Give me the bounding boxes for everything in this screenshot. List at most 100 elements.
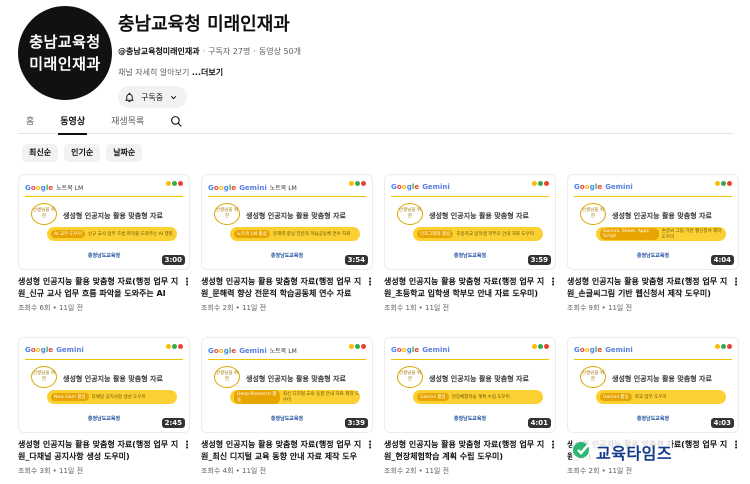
thumb-band-text: 초등학교 입학생 학부모 안내 자료 도우미	[456, 232, 534, 237]
channel-avatar[interactable]: 충남교육청 미래인재과	[18, 6, 112, 100]
video-title[interactable]: 생성형 인공지능 활용 맞춤형 자료(행정 업무 지원_문해력 향상 전문적 학…	[201, 276, 363, 300]
thumb-band-pill: 노트북 LM 활용	[234, 230, 270, 238]
more-options-icon[interactable]: ⋮	[548, 278, 558, 288]
thumb-band: Deep Research 활용 최신 디지털 교육 동향 안내 자료 제작 도…	[230, 390, 360, 404]
thumb-divider	[574, 196, 732, 197]
more-options-icon[interactable]: ⋮	[365, 278, 375, 288]
video-title[interactable]: 생성형 인공지능 활용 맞춤형 자료(행정 업무 지원_초등학교 입학생 학부모…	[384, 276, 546, 300]
dots-icon	[715, 344, 732, 349]
more-link[interactable]: ...더보기	[192, 68, 223, 77]
video-title[interactable]: 생성형 인공지능 활용 맞춤형 자료(행정 업무 지원_손글씨그림 기반 웹신청…	[567, 276, 729, 300]
thumb-title: 생성형 인공지능 활용 맞춤형 자료	[429, 375, 529, 383]
video-meta: 조회수 6회 • 11일 전	[18, 304, 84, 312]
thumb-band: Gemini 활용 현장체험학습 계획 수립 도우미	[413, 390, 543, 404]
video-card[interactable]: Google Gemini 선생님을 위한 생성형 인공지능 활용 맞춤형 자료 …	[567, 174, 741, 313]
thumb-divider	[391, 359, 549, 360]
video-meta: 조회수 3회 • 11일 전	[18, 467, 84, 475]
video-thumbnail[interactable]: Google Gemini 선생님을 위한 생성형 인공지능 활용 맞춤형 자료 …	[384, 337, 556, 433]
thumb-band-pill: Gemini 활용	[600, 393, 632, 401]
more-options-icon[interactable]: ⋮	[548, 441, 558, 451]
dots-icon	[715, 181, 732, 186]
more-options-icon[interactable]: ⋮	[182, 441, 192, 451]
video-thumbnail[interactable]: Google Gemini 선생님을 위한 생성형 인공지능 활용 맞춤형 자료 …	[18, 337, 190, 433]
chip-latest[interactable]: 최신순	[22, 144, 59, 162]
chip-popular[interactable]: 인기순	[64, 144, 101, 162]
gemini-label: Gemini	[239, 346, 267, 355]
more-options-icon[interactable]: ⋮	[365, 441, 375, 451]
video-title[interactable]: 생성형 인공지능 활용 맞춤형 자료(행정 업무 지원_최신 디지털 교육 동향…	[201, 439, 363, 463]
thumb-band-pill: AI 교무 도우미	[51, 230, 85, 238]
tab-playlists[interactable]: 재생목록	[111, 108, 144, 134]
thumb-band: 인포그래픽 활용 초등학교 입학생 학부모 안내 자료 도우미	[413, 227, 543, 241]
channel-info: 충남교육청 미래인재과 @충남교육청미래인재과 · 구독자 27명 · 동영상 …	[118, 10, 301, 108]
dots-icon	[532, 181, 549, 186]
video-thumbnail[interactable]: Google Gemini 선생님을 위한 생성형 인공지능 활용 맞춤형 자료 …	[567, 337, 739, 433]
thumb-brand: Google Gemini	[391, 183, 450, 191]
video-card[interactable]: Google Gemini 선생님을 위한 생성형 인공지능 활용 맞춤형 자료 …	[384, 174, 558, 313]
video-thumbnail[interactable]: Google Gemini 선생님을 위한 생성형 인공지능 활용 맞춤형 자료 …	[384, 174, 556, 270]
thumb-title: 생성형 인공지능 활용 맞춤형 자료	[246, 375, 346, 383]
thumb-divider	[25, 196, 183, 197]
watermark-text: 교육타임즈	[596, 444, 673, 463]
thumb-brand: Google 노트북 LM	[25, 183, 83, 193]
watermark: 교육타임즈	[572, 440, 673, 464]
tab-videos[interactable]: 동영상	[58, 108, 87, 135]
thumb-band-text: 손글씨 그림 기반 웹신청서 제작 도우미	[661, 229, 722, 240]
thumb-band-pill: Deep Research 활용	[234, 390, 280, 404]
google-logo-icon: Google	[574, 183, 603, 191]
thumb-divider	[574, 359, 732, 360]
thumb-divider	[208, 196, 366, 197]
thumb-band-pill: Gemini 활용	[417, 393, 449, 401]
video-duration: 4:01	[527, 418, 551, 428]
video-thumbnail[interactable]: Google Gemini 노트북 LM 선생님을 위한 생성형 인공지능 활용 맞…	[201, 337, 373, 433]
thumb-partner-logo	[166, 181, 183, 186]
subscribed-button[interactable]: 구독중	[118, 86, 188, 108]
more-options-icon[interactable]: ⋮	[731, 278, 741, 288]
thumb-bubble: 선생님을 위한	[31, 203, 57, 225]
video-duration: 4:04	[710, 255, 734, 265]
bell-icon	[124, 92, 135, 103]
video-meta: 조회수 2회 • 11일 전	[384, 467, 450, 475]
more-options-icon[interactable]: ⋮	[731, 441, 741, 451]
video-thumbnail[interactable]: Google 노트북 LM 선생님을 위한 생성형 인공지능 활용 맞춤형 자료 …	[18, 174, 190, 270]
video-card[interactable]: Google Gemini 선생님을 위한 생성형 인공지능 활용 맞춤형 자료 …	[18, 337, 192, 476]
video-duration: 3:00	[161, 255, 185, 265]
video-title[interactable]: 생성형 인공지능 활용 맞춤형 자료(행정 업무 지원_현장체험학습 계획 수립…	[384, 439, 546, 463]
thumb-bubble: 선생님을 위한	[580, 366, 606, 388]
avatar-line1: 충남교육청	[29, 33, 101, 51]
channel-meta: @충남교육청미래인재과 · 구독자 27명 · 동영상 50개	[118, 46, 301, 57]
video-title[interactable]: 생성형 인공지능 활용 맞춤형 자료(행정 업무 지원_신규 교사 업무 흐름 …	[18, 276, 180, 300]
search-icon[interactable]	[170, 108, 183, 134]
thumb-band-pill: New Gem 활용	[51, 393, 89, 401]
video-meta: 조회수 2회 • 11일 전	[567, 467, 633, 475]
thumb-partner-logo	[715, 344, 732, 349]
thumb-partner-logo	[715, 181, 732, 186]
thumb-title: 생성형 인공지능 활용 맞춤형 자료	[612, 375, 712, 383]
google-logo-icon: Google	[391, 183, 420, 191]
thumb-divider	[208, 359, 366, 360]
chevron-down-icon	[169, 93, 178, 102]
tab-home[interactable]: 홈	[26, 108, 34, 134]
thumb-title: 생성형 인공지능 활용 맞춤형 자료	[246, 212, 346, 220]
dots-icon	[349, 344, 366, 349]
thumb-bubble: 선생님을 위한	[214, 203, 240, 225]
gemini-label: Gemini	[422, 183, 450, 191]
video-title[interactable]: 생성형 인공지능 활용 맞춤형 자료(행정 업무 지원_다채널 공지사항 생성 …	[18, 439, 180, 463]
video-card[interactable]: Google Gemini 선생님을 위한 생성형 인공지능 활용 맞춤형 자료 …	[384, 337, 558, 476]
video-thumbnail[interactable]: Google Gemini 노트북 LM 선생님을 위한 생성형 인공지능 활용 맞…	[201, 174, 373, 270]
video-card[interactable]: Google Gemini 노트북 LM 선생님을 위한 생성형 인공지능 활용 맞…	[201, 174, 375, 313]
google-logo-icon: Google	[208, 183, 237, 192]
chip-oldest[interactable]: 날짜순	[106, 144, 143, 162]
meta-separator: ·	[202, 47, 206, 56]
more-options-icon[interactable]: ⋮	[182, 278, 192, 288]
video-card[interactable]: Google Gemini 노트북 LM 선생님을 위한 생성형 인공지능 활용 맞…	[201, 337, 375, 476]
gemini-label: Gemini	[239, 183, 267, 192]
meta-separator: ·	[253, 47, 256, 56]
thumb-brand: Google Gemini	[574, 183, 633, 191]
video-card[interactable]: Google 노트북 LM 선생님을 위한 생성형 인공지능 활용 맞춤형 자료 …	[18, 174, 192, 313]
channel-description[interactable]: 채널 자세히 알아보기 ...더보기	[118, 67, 301, 78]
google-logo-icon: Google	[208, 346, 237, 355]
video-thumbnail[interactable]: Google Gemini 선생님을 위한 생성형 인공지능 활용 맞춤형 자료 …	[567, 174, 739, 270]
thumb-band-pill: Gemini, Sheet, Apps Script	[600, 228, 659, 240]
gemini-label: Gemini	[605, 346, 633, 354]
